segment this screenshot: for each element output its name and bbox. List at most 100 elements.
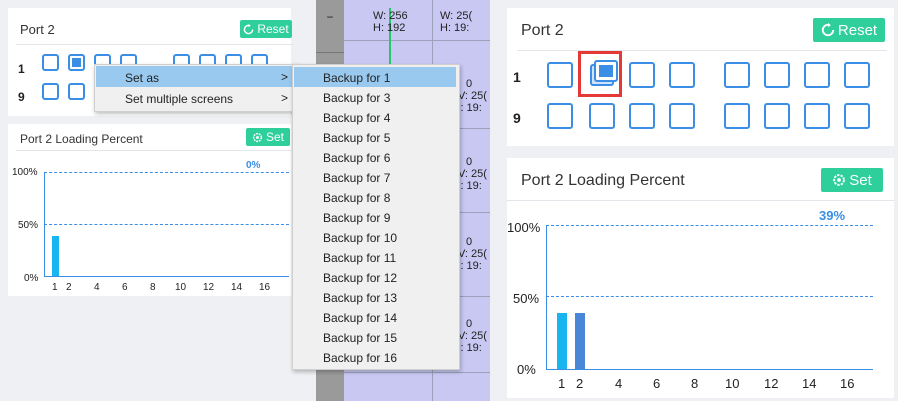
set-label: Set	[265, 130, 284, 144]
screen-slot[interactable]	[764, 62, 790, 88]
row-label-9: 9	[513, 110, 521, 126]
screen-slot[interactable]	[844, 103, 870, 129]
submenu-item[interactable]: Backup for 10	[323, 231, 397, 245]
screen-slot[interactable]	[804, 62, 830, 88]
loading-percent: 39%	[819, 208, 846, 223]
load-bar-2	[575, 313, 585, 369]
submenu-item[interactable]: Backup for 3	[323, 91, 390, 105]
y-tick: 50%	[18, 220, 39, 231]
screen-slot[interactable]	[804, 103, 830, 129]
reset-button[interactable]: Reset	[813, 18, 885, 42]
submenu-arrow-icon: >	[281, 70, 289, 84]
y-tick: 0%	[517, 362, 536, 377]
cell-index: 0	[466, 236, 473, 248]
x-tick: 12	[203, 282, 215, 293]
screen-slot[interactable]	[547, 103, 573, 129]
screen-slot[interactable]	[669, 103, 695, 129]
submenu-item[interactable]: Backup for 15	[323, 331, 397, 345]
y-tick: 100%	[12, 167, 38, 178]
x-tick: 16	[259, 282, 271, 293]
loading-card-zoom: Port 2 Loading Percent Set 39% 100% 50% …	[507, 158, 894, 398]
screen-slot[interactable]	[724, 103, 750, 129]
screen-slot[interactable]	[42, 54, 59, 71]
loading-title: Port 2 Loading Percent	[521, 172, 685, 189]
submenu-item[interactable]: Backup for 11	[323, 251, 396, 265]
x-tick: 2	[66, 282, 72, 293]
x-tick: 10	[175, 282, 187, 293]
canvas-grid-line	[344, 40, 490, 41]
screen-slot-selected[interactable]	[68, 54, 85, 71]
x-tick: 12	[764, 376, 779, 391]
load-bar-1	[52, 236, 59, 276]
screen-slot[interactable]	[844, 62, 870, 88]
x-tick: 6	[653, 376, 661, 391]
submenu-item[interactable]: Backup for 6	[323, 151, 390, 165]
screen-slot[interactable]	[764, 103, 790, 129]
port-title: Port 2	[20, 22, 55, 37]
screen-slot[interactable]	[629, 103, 655, 129]
gear-icon	[252, 132, 263, 142]
set-label: Set	[849, 171, 872, 189]
cell-height: l: 19:	[458, 102, 482, 114]
submenu-item[interactable]: Backup for 8	[323, 191, 390, 205]
menu-item-set-multiple[interactable]: Set multiple screens	[125, 92, 233, 106]
divider	[16, 150, 293, 151]
submenu-item[interactable]: Backup for 14	[323, 311, 397, 325]
screen-slot[interactable]	[629, 62, 655, 88]
reset-label: Reset	[837, 21, 878, 39]
x-tick: 14	[802, 376, 817, 391]
menu-item-set-as[interactable]: Set as	[125, 71, 159, 85]
screen-slot[interactable]	[669, 62, 695, 88]
canvas-grid-line	[344, 372, 490, 373]
x-axis	[44, 276, 289, 277]
x-tick: 4	[615, 376, 623, 391]
cell-height: l: 19:	[458, 180, 482, 192]
screen-slot[interactable]	[68, 83, 85, 100]
x-tick: 14	[231, 282, 243, 293]
x-tick: 8	[691, 376, 699, 391]
row-label-9: 9	[18, 90, 25, 104]
ruler-line	[316, 52, 344, 53]
set-button[interactable]: Set	[246, 128, 290, 146]
cell-index: 0	[466, 78, 473, 90]
divider	[16, 44, 293, 45]
cell-width: V: 25(	[458, 330, 487, 342]
submenu-item[interactable]: Backup for 4	[323, 111, 390, 125]
x-tick: 8	[150, 282, 156, 293]
divider	[517, 50, 887, 51]
submenu-item[interactable]: Backup for 12	[323, 271, 397, 285]
screen-slot[interactable]	[547, 62, 573, 88]
gear-icon	[833, 174, 846, 186]
submenu-item[interactable]: Backup for 5	[323, 131, 390, 145]
reset-icon	[821, 23, 835, 37]
context-menu: Set as > Set multiple screens >	[94, 64, 300, 112]
screen-slot[interactable]	[724, 62, 750, 88]
row-label-1: 1	[18, 62, 25, 76]
submenu-item[interactable]: Backup for 16	[323, 351, 397, 365]
cell-width: V: 25(	[458, 248, 487, 260]
collapse-button[interactable]: −	[318, 10, 342, 24]
gridline-50	[44, 224, 289, 225]
reset-icon	[243, 23, 254, 34]
x-tick: 1	[52, 282, 58, 293]
submenu-item[interactable]: Backup for 7	[323, 171, 390, 185]
row-label-1: 1	[513, 69, 521, 85]
cell-height: H: 192	[373, 22, 406, 34]
cell-index: 0	[466, 156, 473, 168]
reset-label: Reset	[257, 22, 289, 36]
gridline-100	[546, 225, 873, 226]
selected-slot-highlight[interactable]	[578, 51, 622, 97]
submenu-item[interactable]: Backup for 13	[323, 291, 397, 305]
cell-width: V: 25(	[458, 168, 487, 180]
submenu-item[interactable]: Backup for 9	[323, 211, 390, 225]
screen-slot[interactable]	[589, 103, 615, 129]
x-tick: 4	[94, 282, 100, 293]
backup-submenu: Backup for 1 Backup for 3 Backup for 4 B…	[292, 64, 460, 370]
loading-title: Port 2 Loading Percent	[20, 132, 143, 146]
submenu-item[interactable]: Backup for 1	[323, 71, 390, 85]
cell-height: l: 19:	[458, 260, 482, 272]
screen-slot[interactable]	[42, 83, 59, 100]
submenu-arrow-icon: >	[281, 91, 289, 105]
reset-button[interactable]: Reset	[240, 20, 292, 38]
set-button[interactable]: Set	[821, 168, 883, 192]
